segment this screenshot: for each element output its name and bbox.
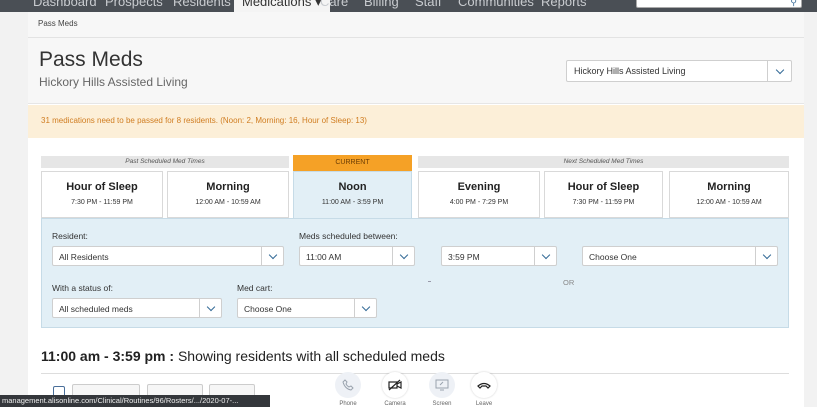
nav-communities[interactable]: Communities	[458, 0, 534, 9]
chevron-down-icon	[361, 302, 370, 311]
med-time-range: 12:00 AM - 10:59 AM	[195, 199, 261, 206]
time-from-toggle[interactable]	[392, 247, 414, 265]
med-time-name: Noon	[338, 181, 367, 193]
community-select-toggle[interactable]	[767, 61, 791, 81]
page-header: Pass Meds Hickory Hills Assisted Living …	[28, 38, 804, 104]
time-from-select[interactable]: 11:00 AM	[299, 246, 415, 266]
meds-between-label: Meds scheduled between:	[299, 231, 398, 241]
phone-icon	[342, 379, 354, 391]
chevron-down-icon	[775, 65, 784, 74]
time-to-toggle[interactable]	[534, 247, 556, 265]
chevron-down-icon	[762, 250, 771, 259]
time-to-select[interactable]: 3:59 PM	[441, 246, 557, 266]
med-time-range: 11:00 AM - 3:59 PM	[321, 199, 384, 206]
divider	[41, 373, 789, 374]
med-time-range: 12:00 AM - 10:59 AM	[696, 199, 762, 206]
med-time-name: Evening	[457, 181, 501, 193]
results-range: 11:00 am - 3:59 pm :	[41, 348, 175, 364]
status-select-toggle[interactable]	[199, 299, 221, 317]
camera-off-icon	[388, 379, 402, 391]
nav-billing[interactable]: Billing	[364, 0, 399, 9]
main-panel: Pass Meds Hickory Hills Assisted Living …	[28, 38, 804, 407]
resident-select-toggle[interactable]	[261, 247, 283, 265]
resident-label: Resident:	[52, 231, 88, 241]
alert-text: 31 medications need to be passed for 8 r…	[41, 116, 367, 125]
nav-reports[interactable]: Reports	[541, 0, 587, 9]
resident-select-value: All Residents	[59, 252, 109, 262]
or-separator: OR	[563, 278, 575, 287]
med-time-name: Hour of Sleep	[66, 181, 138, 193]
results-heading: 11:00 am - 3:59 pm : Showing residents w…	[41, 348, 445, 364]
med-time-name: Morning	[707, 181, 751, 193]
med-pass-select[interactable]: Choose One	[582, 246, 778, 266]
nav-dashboard[interactable]: Dashboard	[33, 0, 97, 9]
filters-panel: Resident: All Residents Meds scheduled b…	[41, 218, 789, 328]
med-time-card-next-evening[interactable]: Evening 4:00 PM - 7:29 PM	[418, 171, 540, 218]
phone-button[interactable]	[335, 372, 361, 398]
med-pass-select-toggle[interactable]	[755, 247, 777, 265]
med-time-name: Hour of Sleep	[567, 181, 640, 193]
results-description: Showing residents with all scheduled med…	[174, 348, 445, 364]
search-icon[interactable]: ⚲	[790, 0, 797, 8]
med-time-card-next-hour-of-sleep[interactable]: Hour of Sleep 7:30 PM - 11:59 PM	[544, 171, 663, 218]
breadcrumb-current: Pass Meds	[38, 19, 78, 28]
leave-label: Leave	[475, 401, 493, 407]
phone-label: Phone	[339, 401, 357, 407]
nav-prospects[interactable]: Prospects	[105, 0, 163, 9]
nav-care[interactable]: Care	[320, 0, 348, 9]
resident-select[interactable]: All Residents	[52, 246, 284, 266]
camera-button[interactable]	[382, 372, 408, 398]
page-title: Pass Meds	[39, 48, 143, 71]
next-med-times-label: Next Scheduled Med Times	[418, 156, 789, 168]
chevron-down-icon	[541, 250, 550, 259]
med-time-range: 7:30 PM - 11:59 PM	[572, 199, 635, 206]
page-subtitle: Hickory Hills Assisted Living	[39, 75, 188, 89]
med-cart-select-toggle[interactable]	[354, 299, 376, 317]
search-input[interactable]: ⚲	[636, 0, 802, 8]
medication-alert: 31 medications need to be passed for 8 r…	[28, 105, 804, 138]
camera-label: Camera	[384, 401, 406, 407]
chevron-down-icon	[206, 302, 215, 311]
med-time-card-current-noon[interactable]: Noon 11:00 AM - 3:59 PM	[293, 171, 412, 221]
leave-button[interactable]	[471, 372, 497, 398]
past-med-times-label: Past Scheduled Med Times	[41, 156, 289, 168]
screen-label: Screen	[432, 401, 452, 407]
nav-medications[interactable]: Medications ▾	[234, 0, 330, 12]
status-label: With a status of:	[52, 283, 113, 293]
current-med-time-label: CURRENT	[293, 155, 412, 171]
time-from-value: 11:00 AM	[306, 252, 342, 262]
browser-status-bar: management.alisonline.com/Clinical/Routi…	[0, 395, 270, 407]
breadcrumb: Pass Meds	[28, 12, 804, 38]
nav-residents[interactable]: Residents	[173, 0, 231, 9]
community-select-value: Hickory Hills Assisted Living	[574, 66, 686, 76]
range-separator	[428, 281, 431, 282]
med-cart-select[interactable]: Choose One	[237, 298, 377, 318]
community-select[interactable]: Hickory Hills Assisted Living	[566, 60, 792, 82]
hang-up-icon	[477, 382, 491, 389]
status-select-value: All scheduled meds	[59, 304, 133, 314]
status-select[interactable]: All scheduled meds	[52, 298, 222, 318]
med-time-card-past-morning[interactable]: Morning 12:00 AM - 10:59 AM	[167, 171, 289, 218]
med-cart-select-value: Choose One	[244, 304, 292, 314]
med-time-range: 4:00 PM - 7:29 PM	[449, 199, 509, 206]
status-url: management.alisonline.com/Clinical/Routi…	[2, 396, 239, 405]
top-nav: Dashboard Prospects Residents Medication…	[0, 0, 817, 12]
time-to-value: 3:59 PM	[448, 252, 480, 262]
chevron-down-icon	[399, 250, 408, 259]
chevron-down-icon	[268, 250, 277, 259]
screen-share-button[interactable]	[429, 372, 455, 398]
med-pass-select-value: Choose One	[589, 252, 637, 262]
med-time-name: Morning	[206, 181, 250, 193]
med-cart-label: Med cart:	[237, 283, 273, 293]
nav-staff[interactable]: Staff	[415, 0, 442, 9]
screen-share-icon	[435, 379, 449, 391]
med-time-range: 7:30 PM - 11:59 PM	[71, 199, 133, 206]
med-time-card-past-hour-of-sleep[interactable]: Hour of Sleep 7:30 PM - 11:59 PM	[41, 171, 163, 218]
med-time-card-next-morning[interactable]: Morning 12:00 AM - 10:59 AM	[669, 171, 789, 218]
